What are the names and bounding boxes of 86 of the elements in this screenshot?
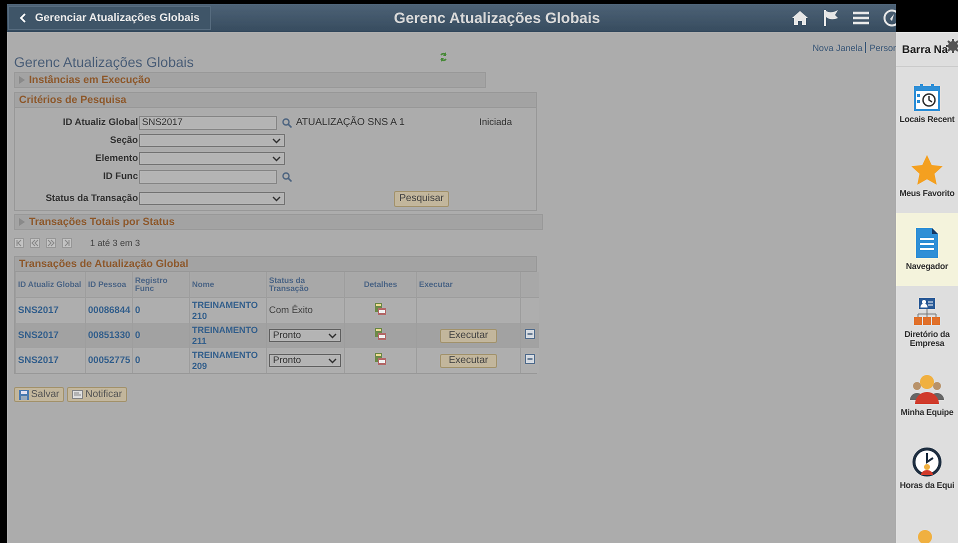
nav-tile-label: Locais Recent <box>898 115 956 124</box>
column-header: Status da Transação <box>266 272 344 298</box>
description-text: ATUALIZAÇÃO SNS A 1 <box>296 117 405 128</box>
section-title: Transações Totais por Status <box>29 216 175 228</box>
next-page-icon[interactable] <box>46 238 56 248</box>
collapsible-section-header[interactable]: Instâncias em Execução <box>14 72 486 88</box>
table-cell-link[interactable]: 0 <box>135 355 140 366</box>
section-title: Instâncias em Execução <box>29 74 150 86</box>
compass-icon[interactable] <box>883 9 896 27</box>
table-cell-link[interactable]: 0 <box>135 330 140 341</box>
table-cell-link[interactable]: 00086844 <box>88 305 130 316</box>
table-cell-link[interactable]: SNS2017 <box>18 305 59 316</box>
chevron-left-icon <box>19 13 27 23</box>
table-cell: Com Êxito <box>269 305 313 316</box>
last-page-icon[interactable] <box>62 238 72 248</box>
field-label: Elemento <box>94 153 139 164</box>
chevron-down-icon <box>272 156 281 162</box>
column-header: Registro Func <box>132 272 190 298</box>
run-button[interactable]: Executar <box>440 328 497 342</box>
chevron-down-icon <box>328 332 337 338</box>
document-icon <box>916 228 938 258</box>
team-icon <box>910 374 944 404</box>
nav-tile-label: Minha Equipe <box>900 408 954 417</box>
table-cell-link[interactable]: TREINAMENTO 210 <box>192 300 264 322</box>
run-button[interactable]: Executar <box>440 354 497 368</box>
menu-icon[interactable] <box>853 11 869 25</box>
note-icon <box>72 390 84 399</box>
section-title: Critérios de Pesquisa <box>15 93 536 108</box>
back-button[interactable]: Gerenciar Atualizações Globais <box>8 6 211 30</box>
star-icon <box>911 155 943 185</box>
settings-icon[interactable] <box>946 39 958 53</box>
column-header: ID Pessoa <box>86 272 132 298</box>
table-cell-link[interactable]: 0 <box>135 305 140 316</box>
clock-team-icon <box>912 447 942 477</box>
previous-page-icon[interactable] <box>30 238 40 248</box>
chevron-down-icon <box>272 138 281 144</box>
column-header: Nome <box>190 272 266 298</box>
nav-tile-label: Meus Favorito <box>898 189 956 198</box>
status-text: Iniciada <box>479 117 512 128</box>
details-icon[interactable] <box>375 353 386 365</box>
nav-tile[interactable]: Navegador <box>896 213 958 286</box>
panel-title: Barra Na <box>902 44 948 56</box>
new-window-link[interactable]: Nova Janela <box>812 42 862 52</box>
first-page-icon[interactable] <box>14 238 24 248</box>
input-field[interactable] <box>139 170 277 184</box>
dropdown-field[interactable] <box>139 152 285 165</box>
nav-tile-label: Navegador <box>904 262 950 271</box>
search-icon[interactable] <box>282 172 292 182</box>
status-dropdown[interactable]: Pronto <box>269 354 341 367</box>
remove-row-icon[interactable] <box>524 329 535 339</box>
details-icon[interactable] <box>375 303 386 315</box>
dropdown-field[interactable] <box>139 192 285 205</box>
table-cell-link[interactable]: 00052775 <box>88 355 130 366</box>
field-label: Seção <box>109 135 139 146</box>
column-header: Detalhes <box>344 272 416 298</box>
column-header: ID Atualiz Global <box>16 272 86 298</box>
save-button[interactable]: Salvar <box>14 387 64 402</box>
pagination-text: 1 até 3 em 3 <box>90 238 140 248</box>
org-chart-icon <box>914 298 940 326</box>
column-header: Executar <box>416 272 520 298</box>
table-cell-link[interactable]: TREINAMENTO 209 <box>192 350 264 372</box>
search-button[interactable]: Pesquisar <box>394 190 449 206</box>
field-label: ID Atualiz Global <box>62 117 139 128</box>
page-title: Gerenc Atualizações Globais <box>14 54 194 70</box>
notify-button[interactable]: Notificar <box>67 387 128 402</box>
remove-row-icon[interactable] <box>524 354 535 364</box>
collapsible-section-header[interactable]: Transações Totais por Status <box>14 214 543 230</box>
nav-tile-label: Horas da Equi <box>898 481 956 490</box>
field-label: Status da Transação <box>44 193 139 204</box>
search-icon[interactable] <box>282 118 292 128</box>
home-icon[interactable] <box>791 10 809 26</box>
page-header-title: Gerenc Atualizações Globais <box>392 10 602 26</box>
grid-title: Transações de Atualização Global <box>15 257 536 272</box>
flag-icon[interactable] <box>823 9 839 27</box>
field-label: ID Func <box>102 171 139 182</box>
nav-tile-label: Diretório da Empresa <box>903 330 951 348</box>
input-field[interactable]: SNS2017 <box>139 116 277 130</box>
personalize-link[interactable]: Persor <box>869 42 896 52</box>
status-dropdown[interactable]: Pronto <box>269 329 341 342</box>
table-cell-link[interactable]: SNS2017 <box>18 355 59 366</box>
chevron-down-icon <box>328 358 337 364</box>
refresh-icon[interactable] <box>438 52 448 62</box>
details-icon[interactable] <box>375 328 386 340</box>
chevron-down-icon <box>272 196 281 202</box>
calendar-clock-icon <box>913 83 941 111</box>
dropdown-field[interactable] <box>139 134 285 147</box>
